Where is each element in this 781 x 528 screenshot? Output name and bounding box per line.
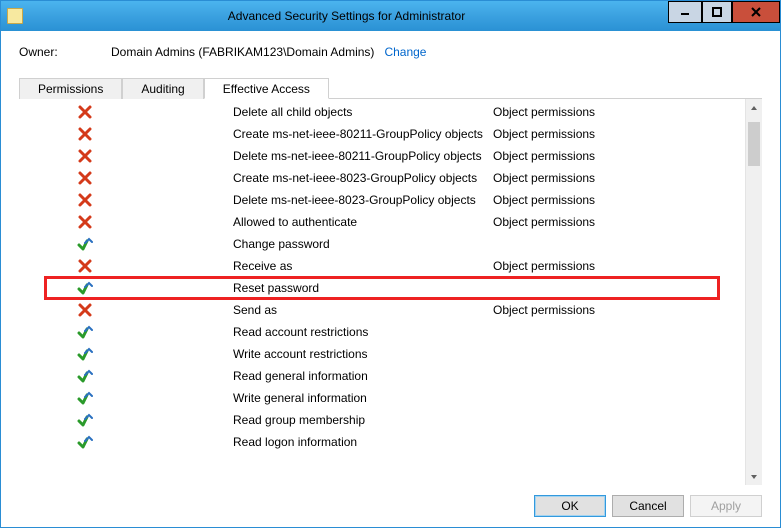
permission-row[interactable]: Write account restrictions: [19, 343, 745, 365]
permission-name: Create ms-net-ieee-8023-GroupPolicy obje…: [233, 171, 493, 185]
permission-name: Write account restrictions: [233, 347, 493, 361]
deny-icon: [77, 104, 93, 120]
permission-name: Write general information: [233, 391, 493, 405]
scroll-thumb[interactable]: [748, 122, 760, 166]
apply-button[interactable]: Apply: [690, 495, 762, 517]
deny-icon: [77, 126, 93, 142]
permissions-list-container: Delete all child objectsObject permissio…: [19, 99, 762, 485]
security-settings-window: Advanced Security Settings for Administr…: [0, 0, 781, 528]
permission-name: Delete ms-net-ieee-8023-GroupPolicy obje…: [233, 193, 493, 207]
owner-row: Owner: Domain Admins (FABRIKAM123\Domain…: [19, 45, 762, 59]
permission-row[interactable]: Reset password: [45, 277, 719, 299]
tab-permissions[interactable]: Permissions: [19, 78, 122, 99]
tab-strip: Permissions Auditing Effective Access: [19, 77, 762, 99]
change-owner-link[interactable]: Change: [384, 45, 426, 59]
cancel-button[interactable]: Cancel: [612, 495, 684, 517]
permission-row[interactable]: Allowed to authenticateObject permission…: [19, 211, 745, 233]
tab-effective-access[interactable]: Effective Access: [204, 78, 329, 99]
allow-icon: [77, 434, 93, 450]
deny-icon: [77, 258, 93, 274]
permission-source: Object permissions: [493, 149, 595, 163]
permissions-list: Delete all child objectsObject permissio…: [19, 99, 745, 485]
permission-name: Delete all child objects: [233, 105, 493, 119]
permission-source: Object permissions: [493, 171, 595, 185]
allow-icon: [77, 390, 93, 406]
permission-source: Object permissions: [493, 215, 595, 229]
deny-icon: [77, 192, 93, 208]
permission-name: Read account restrictions: [233, 325, 493, 339]
deny-icon: [77, 302, 93, 318]
dialog-buttons: OK Cancel Apply: [1, 485, 780, 527]
allow-icon: [77, 368, 93, 384]
deny-icon: [77, 148, 93, 164]
permission-row[interactable]: Read group membership: [19, 409, 745, 431]
allow-icon: [77, 412, 93, 428]
permission-name: Read general information: [233, 369, 493, 383]
permission-row[interactable]: Create ms-net-ieee-80211-GroupPolicy obj…: [19, 123, 745, 145]
content-area: Owner: Domain Admins (FABRIKAM123\Domain…: [1, 31, 780, 485]
deny-icon: [77, 214, 93, 230]
scroll-up-button[interactable]: [746, 99, 762, 116]
allow-icon: [77, 324, 93, 340]
vertical-scrollbar[interactable]: [745, 99, 762, 485]
permission-name: Delete ms-net-ieee-80211-GroupPolicy obj…: [233, 149, 493, 163]
permission-source: Object permissions: [493, 303, 595, 317]
owner-value: Domain Admins (FABRIKAM123\Domain Admins…: [111, 45, 374, 59]
permission-row[interactable]: Read logon information: [19, 431, 745, 453]
permission-row[interactable]: Create ms-net-ieee-8023-GroupPolicy obje…: [19, 167, 745, 189]
permission-source: Object permissions: [493, 127, 595, 141]
ok-button[interactable]: OK: [534, 495, 606, 517]
close-button[interactable]: [732, 1, 780, 23]
allow-icon: [77, 280, 93, 296]
allow-icon: [77, 346, 93, 362]
window-buttons: [668, 1, 780, 23]
permission-name: Receive as: [233, 259, 493, 273]
permission-name: Send as: [233, 303, 493, 317]
folder-icon: [7, 8, 23, 24]
permission-row[interactable]: Delete all child objectsObject permissio…: [19, 101, 745, 123]
permission-source: Object permissions: [493, 259, 595, 273]
permission-name: Read group membership: [233, 413, 493, 427]
titlebar: Advanced Security Settings for Administr…: [1, 1, 780, 31]
scroll-track[interactable]: [746, 116, 762, 468]
permission-row[interactable]: Delete ms-net-ieee-8023-GroupPolicy obje…: [19, 189, 745, 211]
permission-source: Object permissions: [493, 193, 595, 207]
maximize-button[interactable]: [702, 1, 732, 23]
deny-icon: [77, 170, 93, 186]
permission-row[interactable]: Receive asObject permissions: [19, 255, 745, 277]
window-title: Advanced Security Settings for Administr…: [23, 9, 780, 23]
permission-name: Allowed to authenticate: [233, 215, 493, 229]
scroll-down-button[interactable]: [746, 468, 762, 485]
permission-name: Read logon information: [233, 435, 493, 449]
permission-source: Object permissions: [493, 105, 595, 119]
owner-label: Owner:: [19, 45, 111, 59]
permission-name: Reset password: [233, 281, 493, 295]
permission-row[interactable]: Send asObject permissions: [19, 299, 745, 321]
allow-icon: [77, 236, 93, 252]
permission-name: Change password: [233, 237, 493, 251]
tab-auditing[interactable]: Auditing: [122, 78, 203, 99]
permission-row[interactable]: Change password: [19, 233, 745, 255]
minimize-button[interactable]: [668, 1, 702, 23]
permission-name: Create ms-net-ieee-80211-GroupPolicy obj…: [233, 127, 493, 141]
permission-row[interactable]: Read account restrictions: [19, 321, 745, 343]
permission-row[interactable]: Write general information: [19, 387, 745, 409]
permission-row[interactable]: Read general information: [19, 365, 745, 387]
permission-row[interactable]: Delete ms-net-ieee-80211-GroupPolicy obj…: [19, 145, 745, 167]
